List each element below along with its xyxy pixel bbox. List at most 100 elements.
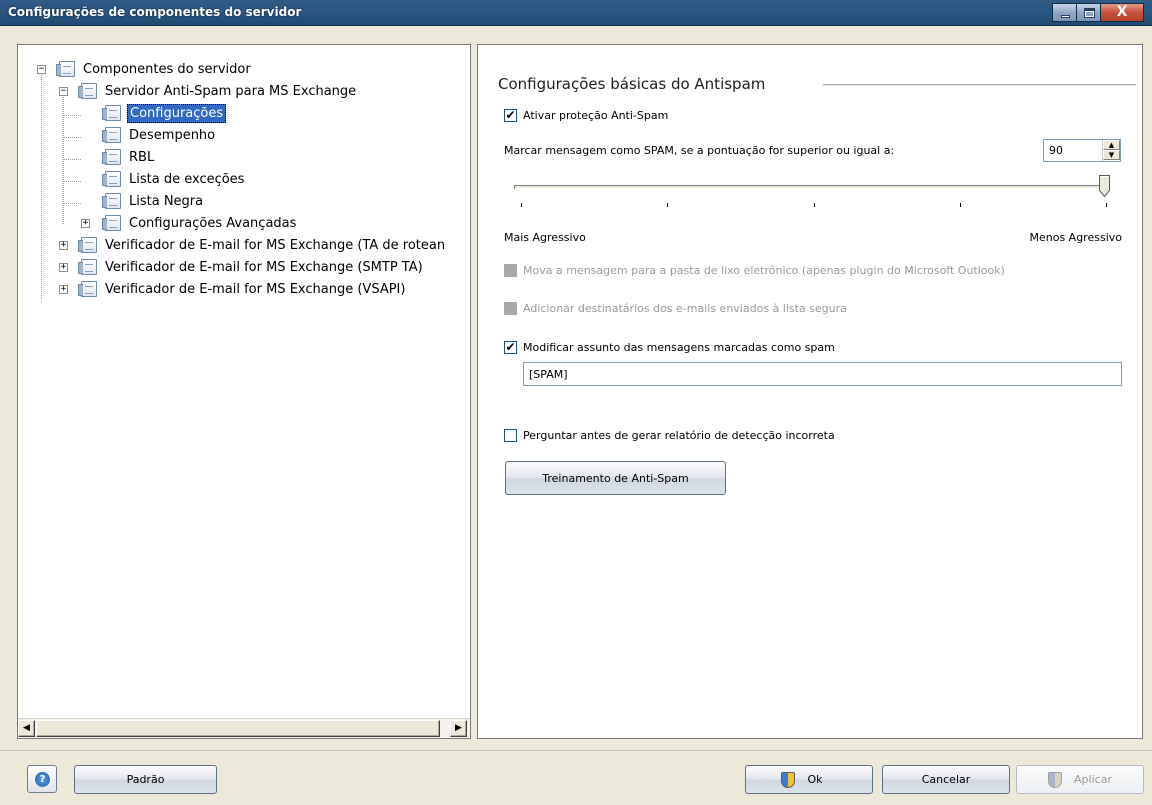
slider-tick — [667, 203, 668, 207]
enable-antispam-checkbox[interactable]: ✔ — [504, 109, 517, 122]
component-icon — [102, 215, 121, 231]
default-button[interactable]: Padrão — [74, 765, 217, 794]
tree-item-desempenho[interactable]: Desempenho — [102, 125, 217, 145]
expand-toggle[interactable]: + — [81, 219, 90, 228]
tree-item-label: Lista de exceções — [129, 171, 245, 187]
move-junk-option: Mova a mensagem para a pasta de lixo ele… — [504, 264, 1005, 277]
tree-item-label: RBL — [129, 149, 155, 165]
ok-button[interactable]: Ok — [745, 765, 873, 794]
apply-button: Aplicar — [1016, 765, 1144, 794]
component-icon — [102, 193, 121, 209]
ok-button-label: Ok — [807, 773, 823, 786]
slider-tick — [960, 203, 961, 207]
slider-tick — [1106, 203, 1107, 207]
horizontal-scrollbar[interactable]: ◀ ▶ — [18, 718, 470, 738]
tree-item-label: Desempenho — [129, 127, 216, 143]
aggressiveness-slider-track[interactable] — [514, 185, 1109, 189]
close-button[interactable]: X — [1100, 3, 1144, 22]
slider-tick — [814, 203, 815, 207]
scrollbar-thumb[interactable] — [36, 720, 440, 737]
spin-up-arrow-icon[interactable]: ▲ — [1103, 140, 1120, 150]
tree-item-label: Servidor Anti-Spam para MS Exchange — [105, 83, 357, 99]
tree-item-label: Componentes do servidor — [83, 61, 251, 77]
close-icon: X — [1116, 4, 1128, 20]
ask-report-checkbox[interactable] — [504, 429, 517, 442]
move-junk-label: Mova a mensagem para a pasta de lixo ele… — [523, 264, 1005, 277]
antispam-training-button[interactable]: Treinamento de Anti-Spam — [505, 461, 726, 495]
spam-subject-tag-input[interactable]: [SPAM] — [523, 362, 1122, 386]
tree-item-configuracoes[interactable]: Configurações — [102, 103, 227, 123]
tree-connector — [41, 70, 42, 302]
tree-item-root[interactable]: Componentes do servidor — [56, 59, 253, 79]
modify-subject-label: Modificar assunto das mensagens marcadas… — [523, 341, 835, 354]
default-button-label: Padrão — [126, 773, 165, 786]
tree-item-verifier-vsapi[interactable]: Verificador de E-mail for MS Exchange (V… — [78, 279, 407, 299]
threshold-value: 90 — [1049, 144, 1063, 157]
threshold-spinbox[interactable]: 90 ▲ ▼ — [1043, 139, 1121, 162]
slider-left-label: Mais Agressivo — [504, 231, 586, 244]
tree-item-label: Verificador de E-mail for MS Exchange (T… — [105, 237, 446, 253]
modify-subject-option[interactable]: ✔ Modificar assunto das mensagens marcad… — [504, 341, 835, 354]
component-icon — [78, 259, 97, 275]
add-recipients-checkbox — [504, 302, 517, 315]
tree-item-label: Verificador de E-mail for MS Exchange (S… — [105, 259, 423, 275]
add-recipients-option: Adicionar destinatários dos e-mails envi… — [504, 302, 847, 315]
spin-arrows: ▲ ▼ — [1102, 140, 1120, 161]
component-icon — [102, 149, 121, 165]
apply-button-label: Aplicar — [1074, 773, 1112, 786]
tree-item-verifier-smtp[interactable]: Verificador de E-mail for MS Exchange (S… — [78, 257, 425, 277]
component-icon — [78, 237, 97, 253]
tree-item-label: Configurações Avançadas — [129, 215, 297, 231]
tree-item-lista-negra[interactable]: Lista Negra — [102, 191, 205, 211]
antispam-training-label: Treinamento de Anti-Spam — [542, 471, 689, 485]
cancel-button[interactable]: Cancelar — [882, 765, 1010, 794]
tree-item-rbl[interactable]: RBL — [102, 147, 156, 167]
tree-connector — [63, 159, 81, 160]
threshold-label: Marcar mensagem como SPAM, se a pontuaçã… — [504, 144, 895, 157]
tree-connector — [63, 115, 81, 116]
component-icon — [78, 83, 97, 99]
section-divider — [823, 84, 1136, 86]
tree-connector — [63, 92, 64, 224]
window-controls: X — [1052, 3, 1144, 22]
tree-item-label: Verificador de E-mail for MS Exchange (V… — [105, 281, 406, 297]
move-junk-checkbox — [504, 264, 517, 277]
collapse-toggle[interactable]: − — [37, 65, 46, 74]
ask-report-option[interactable]: Perguntar antes de gerar relatório de de… — [504, 429, 835, 442]
tree-item-configuracoes-avancadas[interactable]: Configurações Avançadas — [102, 213, 298, 233]
tree-item-label: Configurações — [127, 103, 227, 123]
tree-item-verifier-ta[interactable]: Verificador de E-mail for MS Exchange (T… — [78, 235, 447, 255]
minimize-icon — [1061, 15, 1070, 18]
enable-antispam-option[interactable]: ✔ Ativar proteção Anti-Spam — [504, 109, 668, 122]
minimize-button[interactable] — [1052, 3, 1077, 22]
footer-divider — [0, 750, 1152, 751]
scroll-left-arrow-icon[interactable]: ◀ — [18, 720, 35, 737]
shield-icon — [781, 771, 796, 788]
maximize-button[interactable] — [1076, 3, 1101, 22]
component-icon — [102, 171, 121, 187]
scroll-right-arrow-icon[interactable]: ▶ — [450, 720, 467, 737]
expand-toggle[interactable]: + — [59, 263, 68, 272]
modify-subject-checkbox[interactable]: ✔ — [504, 341, 517, 354]
expand-toggle[interactable]: + — [59, 241, 68, 250]
slider-right-label: Menos Agressivo — [1029, 231, 1122, 244]
spin-down-arrow-icon[interactable]: ▼ — [1103, 150, 1120, 160]
help-button[interactable]: ? — [27, 765, 57, 793]
tree-item-lista-excecoes[interactable]: Lista de exceções — [102, 169, 246, 189]
cancel-button-label: Cancelar — [921, 773, 971, 786]
aggressiveness-slider-thumb[interactable] — [1099, 175, 1110, 197]
enable-antispam-label: Ativar proteção Anti-Spam — [523, 109, 669, 122]
component-tree: − Componentes do servidor − Servidor Ant… — [18, 45, 470, 718]
add-recipients-label: Adicionar destinatários dos e-mails envi… — [523, 302, 847, 315]
tree-item-label: Lista Negra — [129, 193, 204, 209]
help-icon: ? — [35, 772, 50, 787]
component-icon — [56, 61, 75, 77]
collapse-toggle[interactable]: − — [59, 87, 68, 96]
expand-toggle[interactable]: + — [59, 285, 68, 294]
tree-connector — [63, 137, 81, 138]
settings-pane: Configurações básicas do Antispam ✔ Ativ… — [477, 44, 1143, 739]
component-icon — [78, 281, 97, 297]
tree-item-anti-spam-server[interactable]: Servidor Anti-Spam para MS Exchange — [78, 81, 358, 101]
maximize-icon — [1084, 8, 1095, 18]
shield-icon — [1048, 771, 1063, 788]
